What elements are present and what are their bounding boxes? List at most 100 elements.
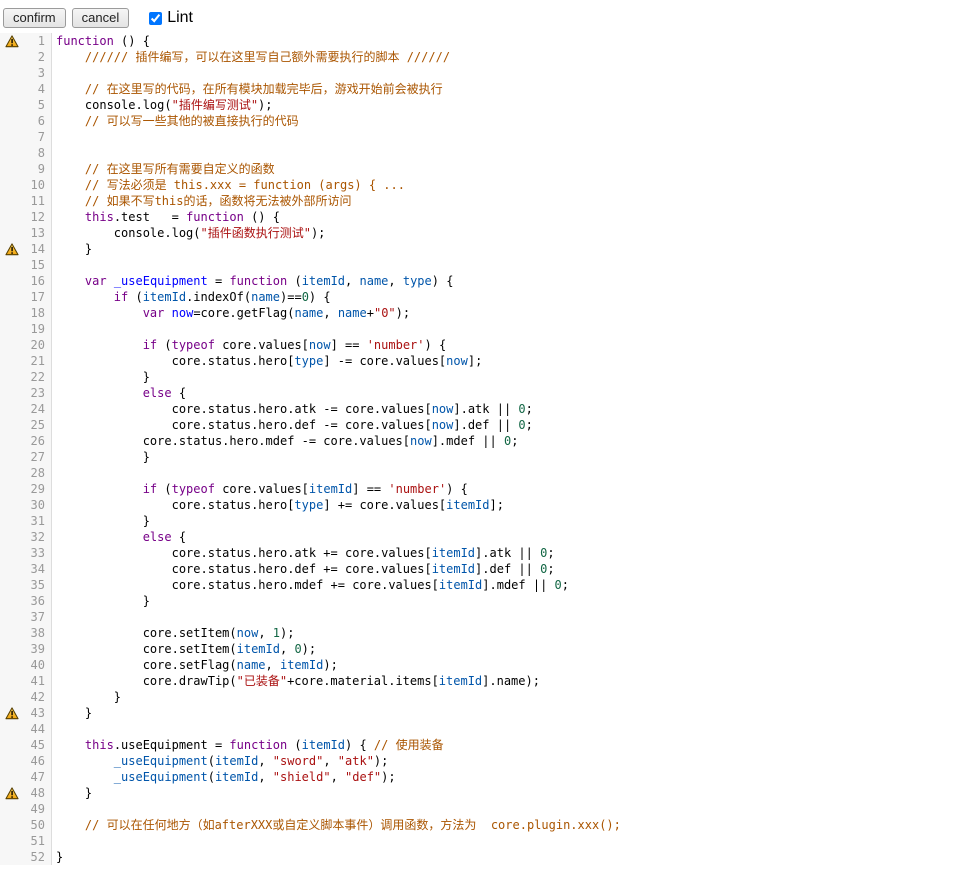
- code-line[interactable]: 4 // 在这里写的代码，在所有模块加载完毕后，游戏开始前会被执行: [0, 81, 962, 97]
- line-number: 28: [24, 465, 52, 481]
- code-text: core.status.hero.def += core.values[item…: [52, 561, 555, 577]
- code-line[interactable]: 23 else {: [0, 385, 962, 401]
- code-lines: 1function () {2 ////// 插件编写，可以在这里写自己额外需要…: [0, 30, 962, 865]
- code-line[interactable]: 20 if (typeof core.values[now] == 'numbe…: [0, 337, 962, 353]
- confirm-button[interactable]: confirm: [3, 8, 66, 28]
- code-text: _useEquipment(itemId, "sword", "atk");: [52, 753, 388, 769]
- line-number: 33: [24, 545, 52, 561]
- code-line[interactable]: 36 }: [0, 593, 962, 609]
- code-line[interactable]: 39 core.setItem(itemId, 0);: [0, 641, 962, 657]
- code-line[interactable]: 8: [0, 145, 962, 161]
- gutter-marker-cell: [0, 385, 24, 401]
- code-line[interactable]: 29 if (typeof core.values[itemId] == 'nu…: [0, 481, 962, 497]
- code-line[interactable]: 42 }: [0, 689, 962, 705]
- code-line[interactable]: 24 core.status.hero.atk -= core.values[n…: [0, 401, 962, 417]
- code-line[interactable]: 2 ////// 插件编写，可以在这里写自己额外需要执行的脚本 //////: [0, 49, 962, 65]
- line-number: 13: [24, 225, 52, 241]
- code-line[interactable]: 34 core.status.hero.def += core.values[i…: [0, 561, 962, 577]
- code-line[interactable]: 37: [0, 609, 962, 625]
- line-number: 3: [24, 65, 52, 81]
- lint-checkbox[interactable]: [149, 12, 162, 25]
- lint-warning-icon[interactable]: [5, 707, 19, 720]
- code-text: }: [52, 593, 150, 609]
- code-line[interactable]: 32 else {: [0, 529, 962, 545]
- line-number: 29: [24, 481, 52, 497]
- gutter-marker-cell: [0, 593, 24, 609]
- gutter-marker-cell: [0, 97, 24, 113]
- code-line[interactable]: 40 core.setFlag(name, itemId);: [0, 657, 962, 673]
- code-line[interactable]: 5 console.log("插件编写测试");: [0, 97, 962, 113]
- code-line[interactable]: 45 this.useEquipment = function (itemId)…: [0, 737, 962, 753]
- line-number: 27: [24, 449, 52, 465]
- code-line[interactable]: 25 core.status.hero.def -= core.values[n…: [0, 417, 962, 433]
- code-line[interactable]: 51: [0, 833, 962, 849]
- code-line[interactable]: 48 }: [0, 785, 962, 801]
- code-line[interactable]: 12 this.test = function () {: [0, 209, 962, 225]
- code-text: }: [52, 241, 92, 257]
- code-line[interactable]: 49: [0, 801, 962, 817]
- code-line[interactable]: 35 core.status.hero.mdef += core.values[…: [0, 577, 962, 593]
- code-line[interactable]: 16 var _useEquipment = function (itemId,…: [0, 273, 962, 289]
- code-text: [52, 129, 56, 145]
- code-text: if (typeof core.values[itemId] == 'numbe…: [52, 481, 468, 497]
- line-number: 42: [24, 689, 52, 705]
- code-line[interactable]: 14 }: [0, 241, 962, 257]
- code-line[interactable]: 10 // 写法必须是 this.xxx = function (args) {…: [0, 177, 962, 193]
- code-text: var _useEquipment = function (itemId, na…: [52, 273, 453, 289]
- code-editor[interactable]: 1function () {2 ////// 插件编写，可以在这里写自己额外需要…: [0, 30, 962, 880]
- gutter-marker-cell: [0, 257, 24, 273]
- code-line[interactable]: 6 // 可以写一些其他的被直接执行的代码: [0, 113, 962, 129]
- gutter-marker-cell: [0, 305, 24, 321]
- line-number: 16: [24, 273, 52, 289]
- code-line[interactable]: 11 // 如果不写this的话，函数将无法被外部所访问: [0, 193, 962, 209]
- lint-warning-icon[interactable]: [5, 243, 19, 256]
- code-line[interactable]: 3: [0, 65, 962, 81]
- code-line[interactable]: 46 _useEquipment(itemId, "sword", "atk")…: [0, 753, 962, 769]
- code-line[interactable]: 27 }: [0, 449, 962, 465]
- gutter-marker-cell: [0, 161, 24, 177]
- gutter-marker-cell: [0, 769, 24, 785]
- cancel-button[interactable]: cancel: [72, 8, 130, 28]
- gutter-marker-cell: [0, 49, 24, 65]
- code-line[interactable]: 13 console.log("插件函数执行测试");: [0, 225, 962, 241]
- code-line[interactable]: 41 core.drawTip("已装备"+core.material.item…: [0, 673, 962, 689]
- code-line[interactable]: 30 core.status.hero[type] += core.values…: [0, 497, 962, 513]
- code-line[interactable]: 26 core.status.hero.mdef -= core.values[…: [0, 433, 962, 449]
- lint-warning-icon[interactable]: [5, 35, 19, 48]
- lint-warning-icon[interactable]: [5, 787, 19, 800]
- line-number: 23: [24, 385, 52, 401]
- gutter-marker-cell: [0, 209, 24, 225]
- code-line[interactable]: 1function () {: [0, 33, 962, 49]
- line-number: 14: [24, 241, 52, 257]
- code-line[interactable]: 31 }: [0, 513, 962, 529]
- line-number: 15: [24, 257, 52, 273]
- code-line[interactable]: 47 _useEquipment(itemId, "shield", "def"…: [0, 769, 962, 785]
- code-line[interactable]: 38 core.setItem(now, 1);: [0, 625, 962, 641]
- code-line[interactable]: 28: [0, 465, 962, 481]
- line-number: 24: [24, 401, 52, 417]
- gutter-marker-cell: [0, 321, 24, 337]
- code-line[interactable]: 33 core.status.hero.atk += core.values[i…: [0, 545, 962, 561]
- code-line[interactable]: 15: [0, 257, 962, 273]
- code-line[interactable]: 44: [0, 721, 962, 737]
- code-line[interactable]: 17 if (itemId.indexOf(name)==0) {: [0, 289, 962, 305]
- code-text: [52, 833, 56, 849]
- code-text: }: [52, 449, 150, 465]
- code-line[interactable]: 9 // 在这里写所有需要自定义的函数: [0, 161, 962, 177]
- code-line[interactable]: 21 core.status.hero[type] -= core.values…: [0, 353, 962, 369]
- code-text: console.log("插件编写测试");: [52, 97, 273, 113]
- lint-label: Lint: [167, 9, 193, 27]
- code-line[interactable]: 52}: [0, 849, 962, 865]
- code-line[interactable]: 43 }: [0, 705, 962, 721]
- gutter-marker-cell: [0, 673, 24, 689]
- code-line[interactable]: 22 }: [0, 369, 962, 385]
- code-line[interactable]: 18 var now=core.getFlag(name, name+"0");: [0, 305, 962, 321]
- code-line[interactable]: 50 // 可以在任何地方（如afterXXX或自定义脚本事件）调用函数，方法为…: [0, 817, 962, 833]
- code-text: if (typeof core.values[now] == 'number')…: [52, 337, 446, 353]
- code-line[interactable]: 19: [0, 321, 962, 337]
- line-number: 9: [24, 161, 52, 177]
- line-number: 47: [24, 769, 52, 785]
- line-number: 2: [24, 49, 52, 65]
- code-line[interactable]: 7: [0, 129, 962, 145]
- gutter-marker-cell: [0, 753, 24, 769]
